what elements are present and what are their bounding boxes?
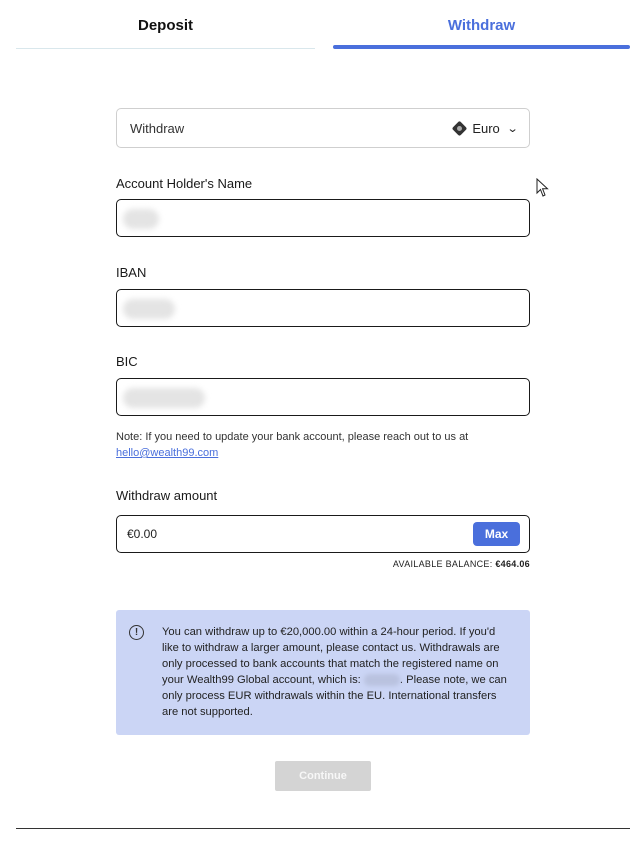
redacted-value: [123, 388, 205, 408]
currency-label: Euro: [472, 120, 500, 136]
account-holder-label: Account Holder's Name: [116, 176, 253, 191]
tab-withdraw[interactable]: Withdraw: [333, 0, 630, 50]
withdraw-info-box: ! You can withdraw up to €20,000.00 with…: [116, 610, 530, 735]
continue-button[interactable]: Continue: [275, 761, 371, 791]
max-button[interactable]: Max: [473, 522, 520, 546]
redacted-name: [363, 674, 400, 687]
account-holder-input[interactable]: [116, 199, 530, 237]
note-text: Note: If you need to update your bank ac…: [116, 431, 469, 443]
mouse-cursor-icon: [536, 178, 549, 197]
euro-currency-icon: [452, 120, 468, 136]
method-select[interactable]: Withdraw Euro ⌄: [116, 108, 530, 148]
withdraw-amount-field: Max: [116, 515, 530, 553]
bottom-divider: [16, 828, 630, 829]
bic-input[interactable]: [116, 378, 530, 416]
redacted-value: [123, 209, 159, 229]
withdraw-amount-input[interactable]: [127, 527, 473, 541]
tab-underline-active: [333, 45, 630, 49]
balance-value: €464.06: [495, 559, 530, 569]
currency-select[interactable]: Euro ⌄: [452, 120, 519, 136]
iban-input[interactable]: [116, 289, 530, 327]
bank-update-note: Note: If you need to update your bank ac…: [116, 429, 530, 461]
tab-deposit[interactable]: Deposit: [16, 0, 315, 50]
info-text: You can withdraw up to €20,000.00 within…: [162, 624, 512, 720]
redacted-value: [123, 299, 175, 319]
info-icon: !: [129, 625, 144, 640]
method-select-label: Withdraw: [130, 120, 185, 136]
support-email-link[interactable]: hello@wealth99.com: [116, 447, 218, 459]
chevron-down-icon: ⌄: [506, 122, 519, 135]
tab-bar: Deposit Withdraw: [16, 0, 630, 50]
iban-label: IBAN: [116, 265, 147, 280]
bic-label: BIC: [116, 354, 138, 369]
withdraw-amount-label: Withdraw amount: [116, 488, 218, 503]
tab-underline-inactive: [16, 48, 315, 49]
available-balance: AVAILABLE BALANCE: €464.06: [393, 559, 530, 569]
balance-label: AVAILABLE BALANCE:: [392, 559, 493, 569]
